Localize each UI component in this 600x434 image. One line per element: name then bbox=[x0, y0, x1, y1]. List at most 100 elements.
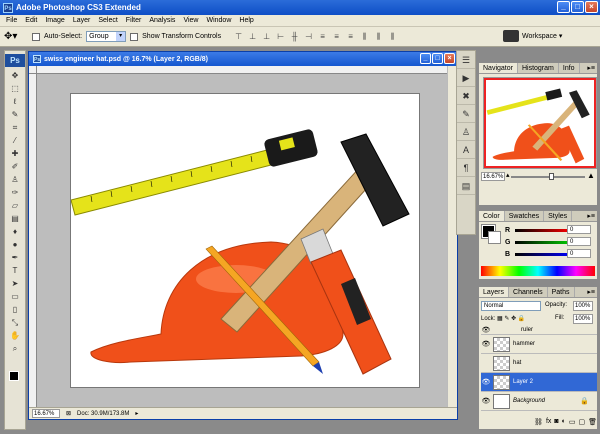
align-bottom-icon[interactable]: ⊥ bbox=[261, 31, 272, 42]
menu-layer[interactable]: Layer bbox=[69, 17, 95, 24]
doc-close-button[interactable]: × bbox=[444, 53, 455, 64]
color-spectrum-bar[interactable] bbox=[481, 266, 595, 276]
menu-filter[interactable]: Filter bbox=[122, 17, 146, 24]
layer-comps-icon[interactable]: ▤ bbox=[457, 177, 475, 195]
quick-select-tool-icon[interactable]: ✎ bbox=[5, 108, 25, 121]
zoom-tool-icon[interactable]: ⌕ bbox=[5, 342, 25, 355]
tab-paths[interactable]: Paths bbox=[548, 287, 575, 297]
distribute-top-icon[interactable]: ≡ bbox=[317, 31, 328, 42]
blend-mode-dropdown[interactable]: Normal bbox=[481, 301, 541, 311]
doc-minimize-button[interactable]: _ bbox=[420, 53, 431, 64]
horizontal-ruler[interactable] bbox=[37, 66, 447, 74]
layer-row-background[interactable]: 👁 Background 🔒 bbox=[481, 392, 597, 411]
document-title-bar[interactable]: Ps swiss engineer hat.psd @ 16.7% (Layer… bbox=[29, 52, 457, 66]
show-transform-checkbox[interactable] bbox=[130, 32, 139, 41]
gradient-tool-icon[interactable]: ▤ bbox=[5, 212, 25, 225]
status-menu-arrow-icon[interactable]: ▸ bbox=[135, 410, 138, 417]
crop-tool-icon[interactable]: ⌗ bbox=[5, 121, 25, 134]
zoom-out-icon[interactable]: ▴ bbox=[506, 171, 510, 179]
foreground-color-swatch[interactable] bbox=[9, 371, 19, 381]
distribute-bottom-icon[interactable]: ≡ bbox=[345, 31, 356, 42]
distribute-hcenter-icon[interactable]: ⫼ bbox=[373, 31, 384, 42]
healing-brush-icon[interactable]: ✚ bbox=[5, 147, 25, 160]
panel-menu-icon[interactable]: ▸≡ bbox=[587, 211, 595, 222]
menu-analysis[interactable]: Analysis bbox=[145, 17, 179, 24]
tab-channels[interactable]: Channels bbox=[509, 287, 548, 297]
tab-info[interactable]: Info bbox=[559, 63, 580, 73]
distribute-right-icon[interactable]: ⫼ bbox=[387, 31, 398, 42]
blur-tool-icon[interactable]: ♦ bbox=[5, 225, 25, 238]
menu-image[interactable]: Image bbox=[41, 17, 68, 24]
align-left-icon[interactable]: ⊢ bbox=[275, 31, 286, 42]
history-brush-icon[interactable]: ✑ bbox=[5, 186, 25, 199]
doc-maximize-button[interactable]: □ bbox=[432, 53, 443, 64]
green-slider[interactable] bbox=[515, 240, 571, 244]
image-canvas[interactable] bbox=[70, 93, 420, 388]
eyedropper-tool-icon[interactable]: ⤡ bbox=[5, 316, 25, 329]
layer-row-ruler[interactable]: 👁 ruler bbox=[481, 325, 597, 335]
type-tool-icon[interactable]: T bbox=[5, 264, 25, 277]
eraser-tool-icon[interactable]: ▱ bbox=[5, 199, 25, 212]
hand-tool-icon[interactable]: ✋ bbox=[5, 329, 25, 342]
delete-layer-icon[interactable]: 🗑 bbox=[588, 418, 597, 427]
tab-styles[interactable]: Styles bbox=[544, 211, 573, 221]
menu-view[interactable]: View bbox=[179, 17, 202, 24]
align-right-icon[interactable]: ⊣ bbox=[303, 31, 314, 42]
eye-icon[interactable]: 👁 bbox=[481, 326, 491, 334]
green-value-field[interactable]: 0 bbox=[567, 237, 591, 246]
red-slider[interactable] bbox=[515, 228, 571, 232]
layer-row-hammer[interactable]: 👁 hammer bbox=[481, 335, 597, 354]
menu-select[interactable]: Select bbox=[94, 17, 121, 24]
tab-swatches[interactable]: Swatches bbox=[505, 211, 545, 221]
lock-position-icon[interactable]: ✥ bbox=[511, 316, 518, 322]
lock-all-icon[interactable]: 🔒 bbox=[518, 316, 525, 322]
eye-icon[interactable]: 👁 bbox=[481, 340, 491, 348]
close-button[interactable]: × bbox=[585, 1, 598, 13]
new-layer-icon[interactable]: ▢ bbox=[578, 418, 585, 427]
dodge-tool-icon[interactable]: ● bbox=[5, 238, 25, 251]
menu-file[interactable]: File bbox=[2, 17, 21, 24]
path-select-icon[interactable]: ➤ bbox=[5, 277, 25, 290]
opacity-field[interactable]: 100% bbox=[573, 301, 593, 311]
marquee-tool-icon[interactable]: ⬚ bbox=[5, 82, 25, 95]
move-tool-icon[interactable]: ✥▾ bbox=[4, 30, 28, 44]
tab-navigator[interactable]: Navigator bbox=[479, 63, 518, 73]
panel-menu-icon[interactable]: ▸≡ bbox=[587, 287, 595, 298]
brushes-panel-icon[interactable]: ✎ bbox=[457, 105, 475, 123]
pen-tool-icon[interactable]: ✒ bbox=[5, 251, 25, 264]
lasso-tool-icon[interactable]: ℓ bbox=[5, 95, 25, 108]
tab-layers[interactable]: Layers bbox=[479, 287, 510, 297]
new-group-icon[interactable]: ▭ bbox=[569, 418, 576, 427]
menu-edit[interactable]: Edit bbox=[21, 17, 41, 24]
slice-tool-icon[interactable]: ⁄ bbox=[5, 134, 25, 147]
navigator-view-box[interactable] bbox=[484, 78, 596, 168]
panel-menu-icon[interactable]: ▸≡ bbox=[587, 63, 595, 74]
tool-presets-icon[interactable]: ✖ bbox=[457, 87, 475, 105]
clone-stamp-icon[interactable]: ♙ bbox=[5, 173, 25, 186]
shape-tool-icon[interactable]: ▭ bbox=[5, 290, 25, 303]
align-vcenter-icon[interactable]: ⊥ bbox=[247, 31, 258, 42]
maximize-button[interactable]: □ bbox=[571, 1, 584, 13]
red-value-field[interactable]: 0 bbox=[567, 225, 591, 234]
menu-window[interactable]: Window bbox=[202, 17, 235, 24]
zoom-in-icon[interactable]: ▲ bbox=[587, 171, 595, 180]
distribute-vcenter-icon[interactable]: ≡ bbox=[331, 31, 342, 42]
blue-value-field[interactable]: 0 bbox=[567, 249, 591, 258]
navigator-zoom-slider[interactable] bbox=[511, 173, 585, 180]
layer-mask-icon[interactable]: ◙ bbox=[554, 418, 558, 427]
blue-slider[interactable] bbox=[515, 252, 571, 256]
history-panel-icon[interactable]: ☰ bbox=[457, 51, 475, 69]
background-color-box[interactable] bbox=[488, 231, 501, 244]
paragraph-panel-icon[interactable]: ¶ bbox=[457, 159, 475, 177]
zoom-slider-knob[interactable] bbox=[549, 173, 554, 180]
tab-histogram[interactable]: Histogram bbox=[518, 63, 559, 73]
workspace-switcher[interactable]: Workspace ▾ bbox=[503, 30, 562, 42]
eye-icon[interactable]: 👁 bbox=[481, 378, 491, 386]
minimize-button[interactable]: _ bbox=[557, 1, 570, 13]
eye-icon[interactable]: 👁 bbox=[481, 397, 491, 405]
notes-tool-icon[interactable]: ▯ bbox=[5, 303, 25, 316]
move-tool-icon[interactable]: ✥ bbox=[5, 69, 25, 82]
align-top-icon[interactable]: ⊤ bbox=[233, 31, 244, 42]
character-panel-icon[interactable]: A bbox=[457, 141, 475, 159]
align-hcenter-icon[interactable]: ╫ bbox=[289, 31, 300, 42]
